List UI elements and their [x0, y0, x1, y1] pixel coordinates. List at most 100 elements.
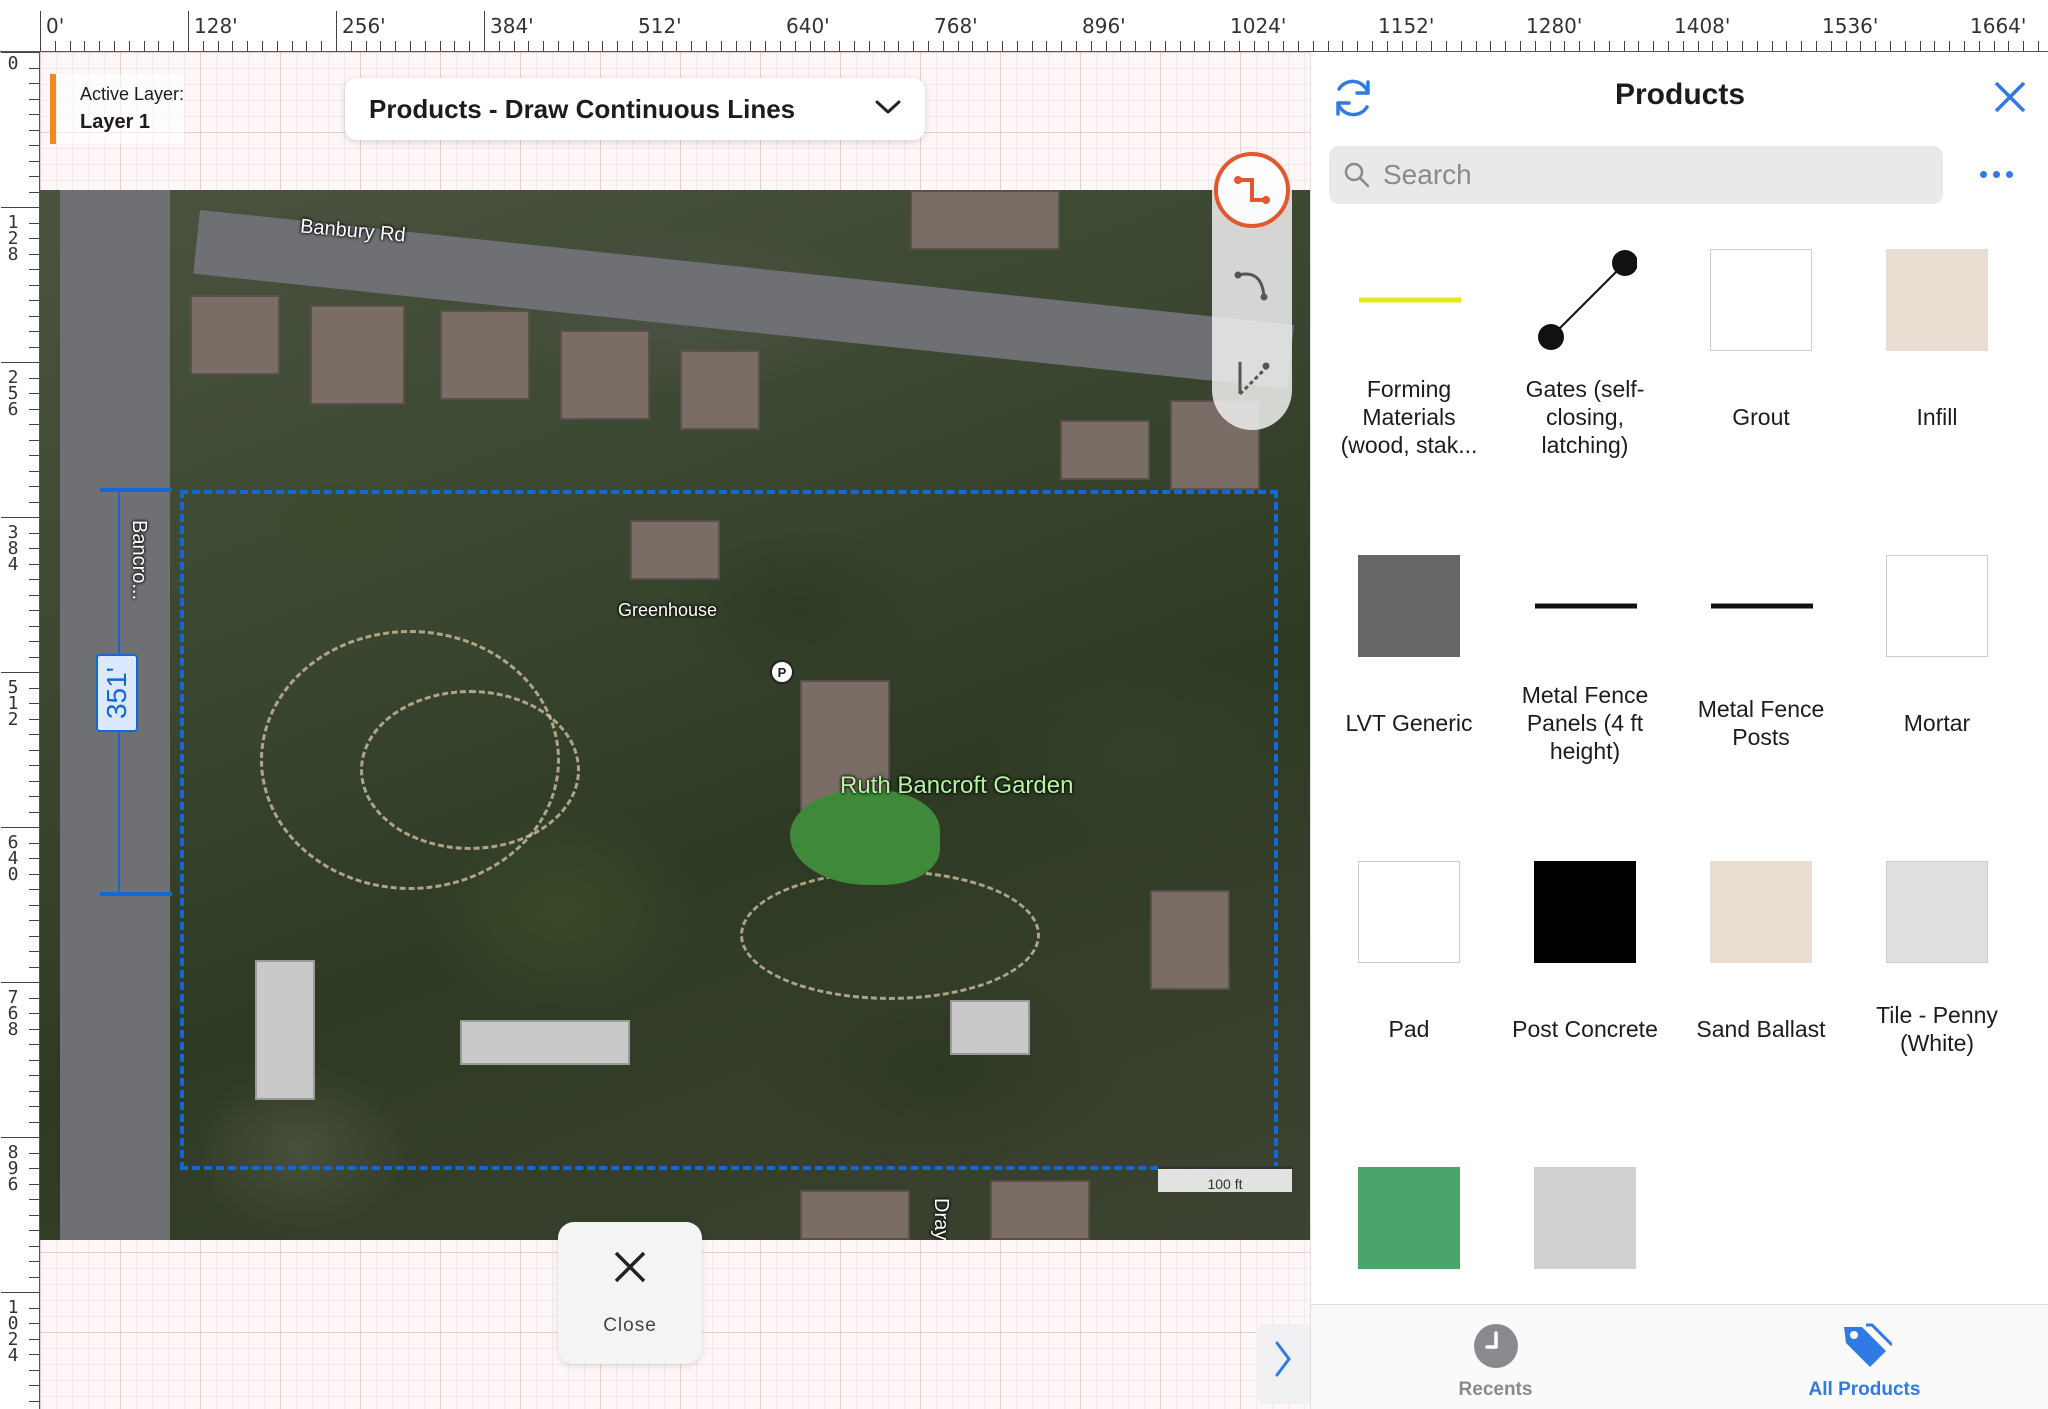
- ruler-tick: [439, 41, 441, 51]
- product-name: Pad: [1388, 1016, 1430, 1042]
- ruler-tick: [898, 41, 900, 51]
- ruler-left-label: 640: [7, 832, 19, 885]
- ruler-tick: [646, 41, 648, 51]
- ruler-tick: [29, 191, 39, 193]
- ruler-tick: [1179, 41, 1181, 51]
- curve-line-icon: [1234, 271, 1268, 301]
- ruler-tick: [587, 41, 589, 51]
- ruler-tick: [691, 41, 693, 51]
- ruler-tick: [29, 904, 39, 906]
- active-layer-indicator[interactable]: Active Layer: Layer 1: [50, 74, 185, 144]
- product-tile[interactable]: Grout: [1673, 232, 1849, 522]
- product-tile[interactable]: Mortar: [1849, 538, 2025, 828]
- ruler-tick: [29, 997, 39, 999]
- product-tile[interactable]: Infill: [1849, 232, 2025, 522]
- close-tool-button[interactable]: Close: [558, 1222, 702, 1364]
- ruler-top-label: 384': [490, 14, 534, 38]
- ruler-tick: [558, 41, 559, 51]
- map-building: [440, 310, 530, 400]
- ruler-tick: [1534, 41, 1536, 51]
- line-swatch-icon: [1359, 297, 1461, 303]
- product-tile[interactable]: Sand Ballast: [1673, 844, 1849, 1134]
- draw-mode-dropdown[interactable]: Products - Draw Continuous Lines: [345, 78, 925, 140]
- ruler-tick: [69, 41, 71, 51]
- product-tile[interactable]: LVT Generic: [1321, 538, 1497, 828]
- ruler-top-label: 128': [194, 14, 238, 38]
- ruler-tick: [1016, 41, 1018, 51]
- product-tile[interactable]: Forming Materials (wood, stak...: [1321, 232, 1497, 522]
- ruler-tick: [572, 41, 574, 51]
- product-name: Grout: [1732, 404, 1790, 430]
- ruler-tick: [913, 41, 915, 51]
- ruler-top-label: 768': [934, 14, 978, 38]
- ruler-tick: [128, 41, 130, 51]
- ruler-tick: [29, 858, 39, 859]
- ruler-left-label: 128: [7, 212, 19, 265]
- ruler-tick: [513, 41, 515, 51]
- ruler-tick: [217, 41, 219, 51]
- selection-rectangle[interactable]: [180, 490, 1278, 1170]
- ruler-tick: [29, 1199, 39, 1200]
- ruler-tick: [1, 672, 39, 673]
- ruler-tick: [29, 1152, 39, 1154]
- ruler-tick: [1342, 41, 1344, 51]
- ruler-tick: [29, 486, 39, 487]
- tab-all-products[interactable]: All Products: [1680, 1305, 2048, 1409]
- product-tile[interactable]: Metal Fence Panels (4 ft height): [1497, 538, 1673, 828]
- product-tile[interactable]: Tile - Penny (White): [1849, 844, 2025, 1134]
- ruler-tick: [276, 41, 278, 51]
- ruler-tick: [484, 11, 485, 51]
- search-input[interactable]: [1383, 159, 1943, 191]
- ruler-tick: [29, 966, 39, 968]
- ruler-tick: [1120, 41, 1122, 51]
- ruler-tick: [1668, 41, 1669, 51]
- product-name: Metal Fence Posts: [1697, 696, 1825, 750]
- ruler-tick: [1875, 41, 1877, 51]
- ruler-tick: [29, 1028, 39, 1030]
- ruler-tick: [1475, 41, 1477, 51]
- ruler-tick: [29, 1106, 39, 1107]
- ruler-tick: [1712, 41, 1714, 51]
- ruler-tick: [84, 41, 86, 51]
- close-panel-button[interactable]: [1985, 72, 2035, 122]
- ruler-tick: [1801, 41, 1803, 51]
- product-tile[interactable]: Pad: [1321, 844, 1497, 1134]
- ruler-tick: [29, 951, 39, 952]
- measure-tool-button[interactable]: [1212, 338, 1292, 418]
- expand-panel-button[interactable]: [1256, 1324, 1310, 1404]
- color-swatch: [1358, 861, 1460, 963]
- dimension-cap: [100, 892, 172, 896]
- orthogonal-line-tool-button[interactable]: [1212, 150, 1292, 230]
- ruler-tick: [29, 641, 39, 642]
- search-field[interactable]: [1329, 146, 1943, 204]
- product-swatch: [1357, 554, 1461, 658]
- ruler-tick: [29, 145, 39, 146]
- ruler-top-label: 512': [638, 14, 682, 38]
- ruler-tick: [1608, 41, 1610, 51]
- ruler-tick: [29, 532, 39, 534]
- map-building: [800, 1190, 910, 1240]
- ruler-tick: [2038, 41, 2039, 51]
- curve-line-tool-button[interactable]: [1212, 245, 1292, 325]
- product-tile[interactable]: Post Concrete: [1497, 844, 1673, 1134]
- color-swatch: [1534, 1167, 1636, 1269]
- tab-recents-label: Recents: [1458, 1379, 1533, 1400]
- more-options-button[interactable]: [1971, 152, 2021, 196]
- ruler-tick: [1771, 41, 1773, 51]
- dimension-label[interactable]: 351': [96, 654, 138, 732]
- color-swatch: [1710, 249, 1812, 351]
- ruler-tick: [1, 827, 39, 828]
- ruler-tick: [247, 41, 249, 51]
- tab-recents[interactable]: Recents: [1311, 1305, 1680, 1409]
- ruler-top-label: 1280': [1526, 14, 1583, 38]
- product-tile[interactable]: Metal Fence Posts: [1673, 538, 1849, 828]
- products-panel: Products Forming Materials (wood, stak..…: [1310, 52, 2048, 1409]
- ruler-top-label: 1024': [1230, 14, 1287, 38]
- product-tile[interactable]: Gates (self-closing, latching): [1497, 232, 1673, 522]
- ruler-tick: [706, 41, 707, 51]
- ruler-top-label: 640': [786, 14, 830, 38]
- map-building: [1060, 420, 1150, 480]
- ruler-tick: [29, 811, 39, 813]
- ruler-tick: [29, 734, 39, 735]
- ruler-tick: [1150, 41, 1151, 51]
